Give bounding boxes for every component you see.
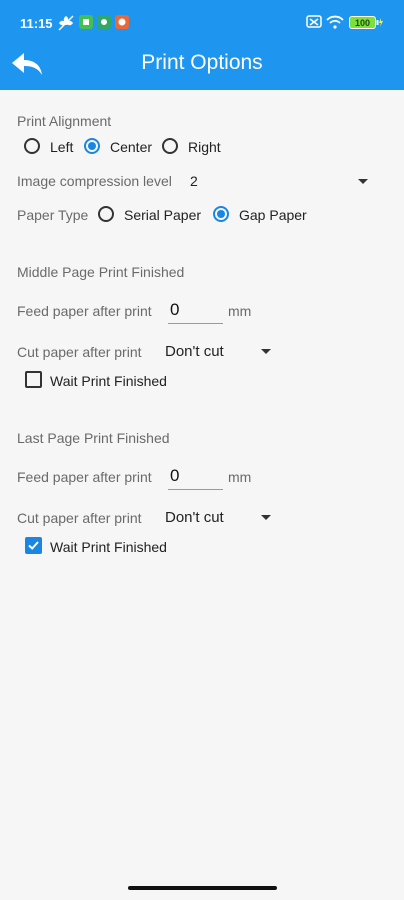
paper-type-label: Paper Type — [17, 207, 89, 223]
compression-dropdown-caret-icon[interactable] — [358, 179, 368, 184]
fan-icon — [58, 15, 74, 36]
radio-serial-paper[interactable] — [98, 206, 114, 222]
gesture-handle[interactable] — [128, 886, 277, 890]
radio-right-label[interactable]: Right — [188, 139, 221, 155]
middle-wait-label[interactable]: Wait Print Finished — [50, 373, 167, 389]
middle-feed-input[interactable]: 0 — [168, 300, 223, 324]
radio-left[interactable] — [24, 138, 40, 154]
compression-value[interactable]: 2 — [190, 173, 198, 189]
radio-serial-paper-label[interactable]: Serial Paper — [124, 207, 201, 223]
print-alignment-label: Print Alignment — [17, 113, 112, 129]
last-feed-unit: mm — [228, 469, 252, 485]
last-wait-label[interactable]: Wait Print Finished — [50, 539, 167, 555]
middle-page-heading: Middle Page Print Finished — [17, 264, 185, 280]
app-notification-icon — [79, 15, 93, 34]
middle-feed-label: Feed paper after print — [17, 303, 152, 319]
middle-cut-dropdown-caret-icon[interactable] — [261, 349, 271, 354]
middle-feed-unit: mm — [228, 303, 252, 319]
last-cut-label: Cut paper after print — [17, 510, 142, 526]
radio-center-label[interactable]: Center — [110, 139, 152, 155]
last-cut-select[interactable]: Don't cut — [165, 509, 224, 526]
last-feed-label: Feed paper after print — [17, 469, 152, 485]
last-cut-dropdown-caret-icon[interactable] — [261, 515, 271, 520]
wifi-icon — [326, 15, 344, 34]
app-notification-icon — [97, 15, 111, 34]
middle-cut-label: Cut paper after print — [17, 344, 142, 360]
radio-left-label[interactable]: Left — [50, 139, 73, 155]
status-time: 11:15 — [20, 16, 53, 31]
radio-right[interactable] — [162, 138, 178, 154]
check-icon — [28, 541, 39, 550]
last-wait-checkbox[interactable] — [25, 537, 42, 554]
battery-icon: 100 — [349, 16, 383, 34]
app-notification-icon — [115, 15, 129, 34]
last-page-heading: Last Page Print Finished — [17, 430, 170, 446]
radio-gap-paper[interactable] — [213, 206, 229, 222]
middle-wait-checkbox[interactable] — [25, 371, 42, 388]
page-title: Print Options — [141, 51, 263, 74]
last-feed-input[interactable]: 0 — [168, 466, 223, 490]
radio-gap-paper-label[interactable]: Gap Paper — [239, 207, 307, 223]
compression-label: Image compression level — [17, 173, 172, 189]
middle-cut-select[interactable]: Don't cut — [165, 343, 224, 360]
radio-center[interactable] — [84, 138, 100, 154]
battery-level: 100 — [355, 18, 370, 28]
status-bar: 11:15 100 — [0, 0, 404, 44]
app-header: 11:15 100 Print Options — [0, 0, 404, 90]
screen-cast-icon — [306, 15, 322, 34]
